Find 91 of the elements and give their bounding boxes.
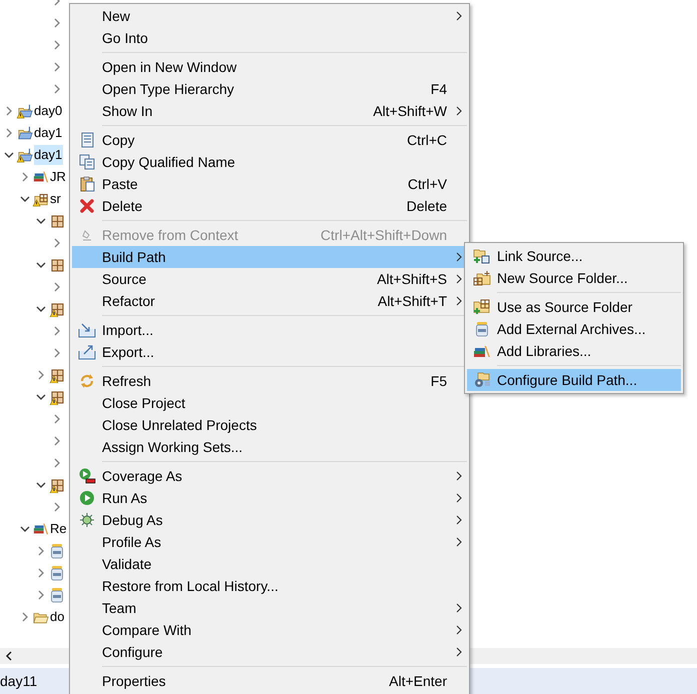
expand-chevron-icon[interactable]: [52, 282, 62, 292]
menu-item[interactable]: Refactor Alt+Shift+T: [72, 290, 467, 312]
collapse-chevron-icon[interactable]: [20, 194, 30, 204]
expand-chevron-icon[interactable]: [4, 106, 14, 116]
menu-item[interactable]: Close Unrelated Projects: [72, 414, 467, 436]
menu-item[interactable]: Source Alt+Shift+S: [72, 268, 467, 290]
books-icon: [473, 343, 491, 359]
menu-item[interactable]: Configure Build Path...: [467, 369, 681, 391]
menu-item[interactable]: Delete Delete: [72, 195, 467, 217]
menu-item[interactable]: Refresh F5: [72, 370, 467, 392]
expand-chevron-icon[interactable]: [36, 568, 46, 578]
import-tray-icon: [78, 322, 96, 338]
menu-item[interactable]: New: [72, 5, 467, 27]
expand-chevron-icon[interactable]: [52, 62, 62, 72]
expand-chevron-icon[interactable]: [52, 436, 62, 446]
package-folder-icon: [473, 299, 491, 315]
menu-item[interactable]: Coverage As: [72, 465, 467, 487]
documents-icon: [79, 154, 95, 170]
document-icon: [79, 132, 95, 148]
collapse-chevron-icon[interactable]: [36, 304, 46, 314]
tree-item[interactable]: day1: [34, 123, 64, 143]
tree-item[interactable]: Re: [50, 519, 68, 539]
expand-chevron-icon[interactable]: [52, 18, 62, 28]
tree-item[interactable]: do: [50, 607, 66, 627]
expand-chevron-icon[interactable]: [52, 84, 62, 94]
menu-item[interactable]: Open Type Hierarchy F4: [72, 78, 467, 100]
bug-icon: [79, 512, 95, 528]
menu-item[interactable]: Profile As: [72, 531, 467, 553]
books-icon: [33, 521, 49, 537]
menu-item[interactable]: Configure: [72, 641, 467, 663]
gear-folder-icon: [473, 372, 491, 388]
tree-item[interactable]: JR: [50, 167, 67, 187]
menu-item[interactable]: Use as Source Folder: [467, 296, 681, 318]
menu-item[interactable]: Copy Qualified Name: [72, 151, 467, 173]
tree-item[interactable]: sr: [50, 189, 62, 209]
status-text: day11: [0, 673, 38, 689]
expand-chevron-icon[interactable]: [52, 348, 62, 358]
expand-chevron-icon[interactable]: [36, 546, 46, 556]
expand-chevron-icon[interactable]: [52, 40, 62, 50]
menu-item[interactable]: Team: [72, 597, 467, 619]
expand-chevron-icon[interactable]: [36, 590, 46, 600]
menu-item[interactable]: Debug As: [72, 509, 467, 531]
jar-icon: [474, 321, 490, 337]
collapse-chevron-icon[interactable]: [36, 216, 46, 226]
menu-item[interactable]: Link Source...: [467, 245, 681, 267]
refresh-arrows-icon: [79, 373, 95, 389]
menu-item[interactable]: Import...: [72, 319, 467, 341]
collapse-chevron-icon[interactable]: [20, 524, 30, 534]
menu-item[interactable]: New Source Folder...: [467, 267, 681, 289]
collapse-chevron-icon[interactable]: [36, 480, 46, 490]
expand-chevron-icon[interactable]: [4, 128, 14, 138]
menu-item[interactable]: Copy Ctrl+C: [72, 129, 467, 151]
coverage-play-icon: [78, 468, 96, 484]
menu-item[interactable]: Assign Working Sets...: [72, 436, 467, 458]
books-icon: [33, 169, 49, 185]
expand-chevron-icon[interactable]: [52, 326, 62, 336]
menu-item[interactable]: Go Into: [72, 27, 467, 49]
jar-icon: [49, 543, 65, 559]
jar-icon: [49, 587, 65, 603]
menu-item[interactable]: Close Project: [72, 392, 467, 414]
play-icon: [79, 490, 95, 506]
expand-chevron-icon[interactable]: [52, 238, 62, 248]
tree-item[interactable]: day0: [34, 101, 64, 121]
menu-item[interactable]: Export...: [72, 341, 467, 363]
menu-item[interactable]: Build Path: [72, 246, 467, 268]
menu-item[interactable]: Restore from Local History...: [72, 575, 467, 597]
menu-item[interactable]: Add Libraries...: [467, 340, 681, 362]
expand-chevron-icon[interactable]: [52, 458, 62, 468]
menu-item[interactable]: Properties Alt+Enter: [72, 670, 467, 692]
collapse-chevron-icon[interactable]: [36, 392, 46, 402]
menu-item[interactable]: Run As: [72, 487, 467, 509]
jar-icon: [49, 565, 65, 581]
menu-item[interactable]: Compare With: [72, 619, 467, 641]
collapse-chevron-icon[interactable]: [36, 260, 46, 270]
tree-item[interactable]: day1: [34, 145, 64, 165]
export-tray-icon: [78, 344, 96, 360]
expand-chevron-icon[interactable]: [52, 502, 62, 512]
linked-folder-icon: [473, 248, 491, 264]
delete-icon: [79, 198, 95, 214]
expand-chevron-icon[interactable]: [52, 414, 62, 424]
package-folder-icon: [473, 270, 491, 286]
menu-item[interactable]: Open in New Window: [72, 56, 467, 78]
menu-item[interactable]: Show In Alt+Shift+W: [72, 100, 467, 122]
menu-item[interactable]: Add External Archives...: [467, 318, 681, 340]
expand-chevron-icon[interactable]: [20, 612, 30, 622]
menu-item[interactable]: Validate: [72, 553, 467, 575]
collapse-chevron-icon[interactable]: [4, 150, 14, 160]
clipboard-icon: [79, 176, 95, 192]
menu-item[interactable]: Paste Ctrl+V: [72, 173, 467, 195]
expand-chevron-icon[interactable]: [36, 370, 46, 380]
expand-chevron-icon[interactable]: [20, 172, 30, 182]
